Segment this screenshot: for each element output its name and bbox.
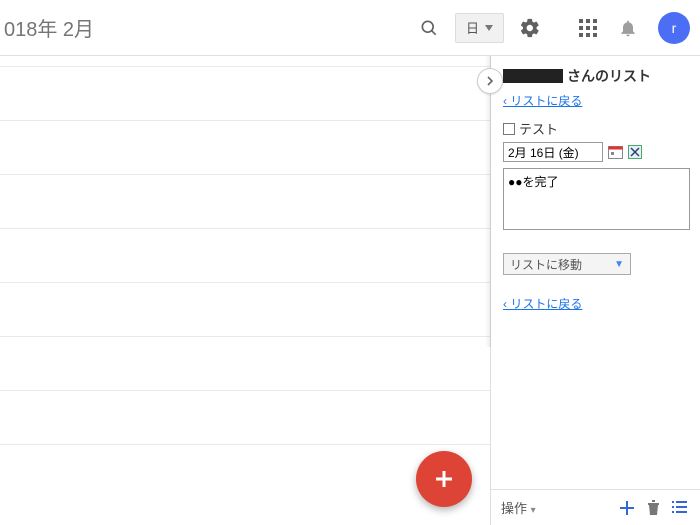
chevron-down-icon: ▾ xyxy=(531,505,536,516)
tasks-side-panel: さんのリスト ‹ リストに戻る テスト リストに移動 ▼ xyxy=(490,56,700,525)
task-checkbox[interactable] xyxy=(503,123,515,135)
month-title: 018年 2月 xyxy=(0,13,94,42)
calendar-day-view[interactable] xyxy=(0,56,490,525)
create-event-fab[interactable] xyxy=(416,451,472,507)
task-list-title: さんのリスト xyxy=(503,66,690,86)
task-item: テスト xyxy=(503,119,690,138)
move-select-label: リストに移動 xyxy=(510,256,582,273)
due-date-row xyxy=(503,142,690,162)
search-icon[interactable] xyxy=(409,8,449,48)
due-date-input[interactable] xyxy=(503,142,603,162)
avatar-initial: r xyxy=(672,20,677,36)
task-list-view-icon[interactable] xyxy=(668,497,690,519)
move-to-list-select[interactable]: リストに移動 ▼ xyxy=(503,253,631,275)
task-note-textarea[interactable] xyxy=(503,168,690,230)
panel-shadow xyxy=(485,56,491,347)
time-slot[interactable] xyxy=(0,282,490,336)
apps-grid-icon[interactable] xyxy=(568,8,608,48)
back-to-list-link-bottom[interactable]: ‹ リストに戻る xyxy=(503,295,690,312)
time-slot[interactable] xyxy=(0,174,490,228)
tasks-panel-footer: 操作 ▾ xyxy=(491,489,700,525)
plus-icon xyxy=(432,467,456,491)
delete-task-trash-icon[interactable] xyxy=(642,497,664,519)
list-title-suffix: さんのリスト xyxy=(567,66,651,86)
task-name-label: テスト xyxy=(519,119,558,138)
view-switcher-label: 日 xyxy=(466,18,479,37)
redacted-username xyxy=(503,69,563,83)
calendar-picker-icon[interactable] xyxy=(607,144,623,160)
time-slot[interactable] xyxy=(0,228,490,282)
account-avatar[interactable]: r xyxy=(658,12,690,44)
dropdown-triangle-icon: ▼ xyxy=(614,259,624,270)
settings-gear-icon[interactable] xyxy=(510,8,550,48)
time-grid xyxy=(0,56,490,498)
panel-collapse-toggle[interactable] xyxy=(477,68,503,94)
chevron-right-icon xyxy=(485,76,495,86)
time-slot[interactable] xyxy=(0,390,490,444)
time-slot[interactable] xyxy=(0,336,490,390)
notifications-bell-icon[interactable] xyxy=(608,8,648,48)
clear-date-icon[interactable] xyxy=(627,144,643,160)
time-slot[interactable] xyxy=(0,120,490,174)
back-to-list-link[interactable]: ‹ リストに戻る xyxy=(503,94,582,108)
time-slot[interactable] xyxy=(0,66,490,120)
add-task-icon[interactable] xyxy=(616,497,638,519)
view-switcher[interactable]: 日 xyxy=(455,13,504,43)
app-header: 018年 2月 日 r xyxy=(0,0,700,56)
footer-actions-menu[interactable]: 操作 ▾ xyxy=(501,498,536,517)
main-area: さんのリスト ‹ リストに戻る テスト リストに移動 ▼ xyxy=(0,56,700,525)
